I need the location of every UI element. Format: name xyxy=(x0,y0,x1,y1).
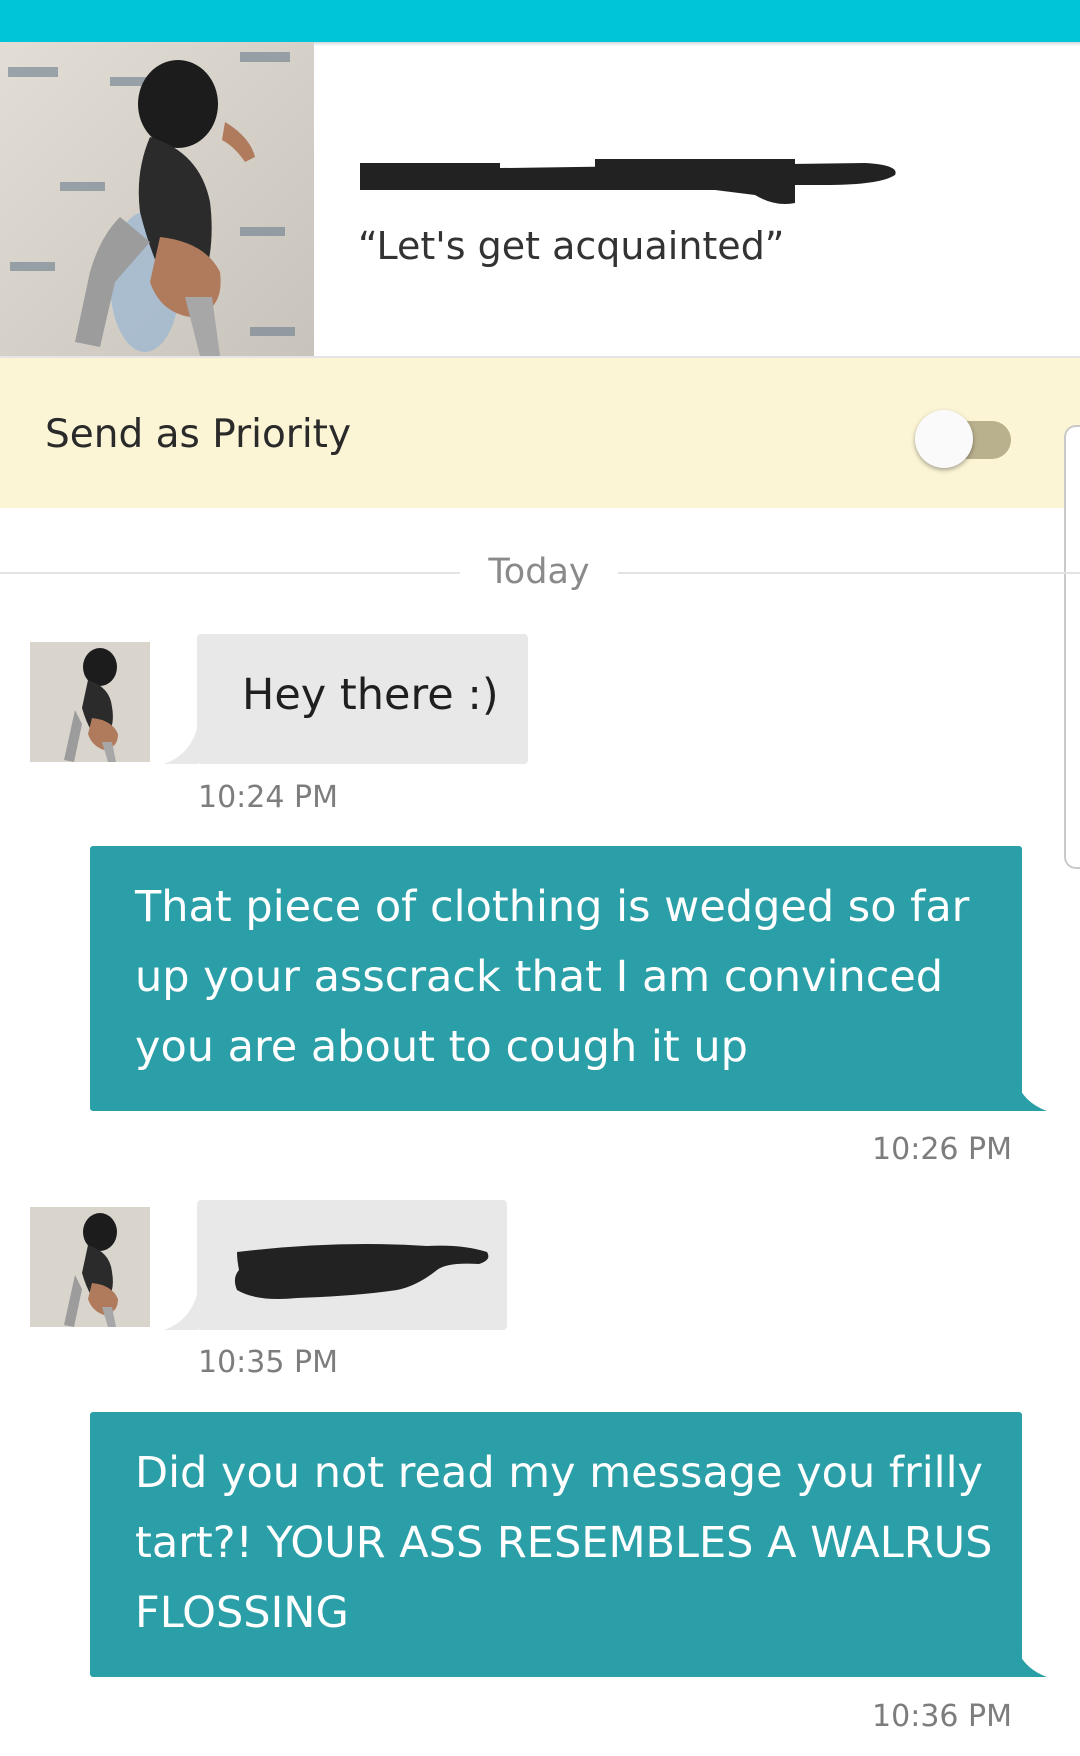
outgoing-message-bubble[interactable]: Did you not read my message you frilly t… xyxy=(90,1412,1022,1677)
message-timestamp: 10:35 PM xyxy=(198,1345,338,1380)
outgoing-message-bubble[interactable]: That piece of clothing is wedged so far … xyxy=(90,846,1022,1111)
top-app-bar xyxy=(0,0,1080,42)
incoming-message-bubble[interactable] xyxy=(197,1200,507,1330)
outgoing-bubble-tail xyxy=(1013,1637,1047,1677)
sender-avatar[interactable] xyxy=(30,642,150,762)
side-drawer-handle[interactable] xyxy=(1064,425,1080,869)
incoming-message-text: Hey there :) xyxy=(242,670,499,720)
profile-tagline: “Let's get acquainted” xyxy=(358,224,785,268)
message-timestamp: 10:24 PM xyxy=(198,780,338,815)
priority-toggle[interactable] xyxy=(915,410,1011,470)
avatar-image xyxy=(30,642,150,762)
message-timestamp: 10:26 PM xyxy=(872,1132,1012,1167)
date-divider-line-left xyxy=(0,572,460,574)
avatar-image xyxy=(30,1207,150,1327)
outgoing-message-text: Did you not read my message you frilly t… xyxy=(135,1448,993,1638)
priority-label: Send as Priority xyxy=(45,412,352,457)
profile-photo[interactable] xyxy=(0,42,314,356)
profile-photo-image xyxy=(0,42,314,356)
outgoing-message-text: That piece of clothing is wedged so far … xyxy=(135,882,970,1072)
message-timestamp: 10:36 PM xyxy=(872,1699,1012,1734)
redacted-message-scribble xyxy=(234,1244,489,1299)
date-divider-label: Today xyxy=(488,552,590,592)
incoming-bubble-tail xyxy=(164,724,198,764)
sender-avatar[interactable] xyxy=(30,1207,150,1327)
toggle-knob xyxy=(915,410,973,468)
incoming-bubble-tail xyxy=(164,1290,198,1330)
outgoing-bubble-tail xyxy=(1013,1071,1047,1111)
date-divider-line-right xyxy=(618,572,1080,574)
profile-name-redacted xyxy=(355,155,955,215)
